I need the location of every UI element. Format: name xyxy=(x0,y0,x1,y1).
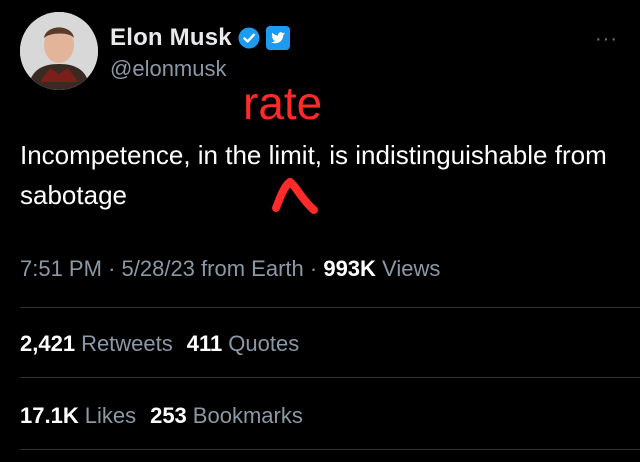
likes-stat[interactable]: 17.1K Likes xyxy=(20,403,136,429)
divider xyxy=(20,377,640,378)
likes-count: 17.1K xyxy=(20,403,79,428)
divider xyxy=(20,307,640,308)
retweets-count: 2,421 xyxy=(20,331,76,356)
retweet-stats-row: 2,421 Retweets 411 Quotes xyxy=(20,331,299,357)
quotes-count: 411 xyxy=(186,331,223,356)
meta-separator: · xyxy=(108,256,116,281)
bookmarks-stat[interactable]: 253 Bookmarks xyxy=(150,403,303,429)
author-name[interactable]: Elon Musk xyxy=(110,24,232,52)
divider xyxy=(20,449,640,450)
twitter-logo-icon xyxy=(265,26,290,50)
author-handle[interactable]: @elonmusk xyxy=(110,56,227,82)
quotes-label: Quotes xyxy=(228,331,300,356)
retweets-stat[interactable]: 2,421 Retweets xyxy=(20,331,173,357)
author-avatar[interactable] xyxy=(20,12,98,90)
verified-badge-icon xyxy=(238,27,260,49)
tweet-source: from Earth xyxy=(201,256,304,281)
tweet-text: Incompetence, in the limit, is indisting… xyxy=(20,140,607,210)
more-options-icon[interactable]: ··· xyxy=(595,28,618,51)
bookmarks-count: 253 xyxy=(150,403,187,428)
tweet-meta: 7:51 PM · 5/28/23 from Earth · 993K View… xyxy=(20,256,440,282)
quotes-stat[interactable]: 411 Quotes xyxy=(187,331,299,357)
author-name-row: Elon Musk xyxy=(110,24,290,52)
bookmarks-label: Bookmarks xyxy=(192,403,303,428)
likes-label: Likes xyxy=(84,403,137,428)
views-count: 993K xyxy=(323,256,376,281)
tweet-time[interactable]: 7:51 PM xyxy=(20,256,102,281)
handwritten-annotation-text: rate xyxy=(243,77,323,129)
views-label: Views xyxy=(382,256,441,281)
tweet-date[interactable]: 5/28/23 xyxy=(122,256,195,281)
meta-separator: · xyxy=(309,256,318,281)
retweets-label: Retweets xyxy=(81,331,173,356)
likes-stats-row: 17.1K Likes 253 Bookmarks xyxy=(20,403,303,429)
